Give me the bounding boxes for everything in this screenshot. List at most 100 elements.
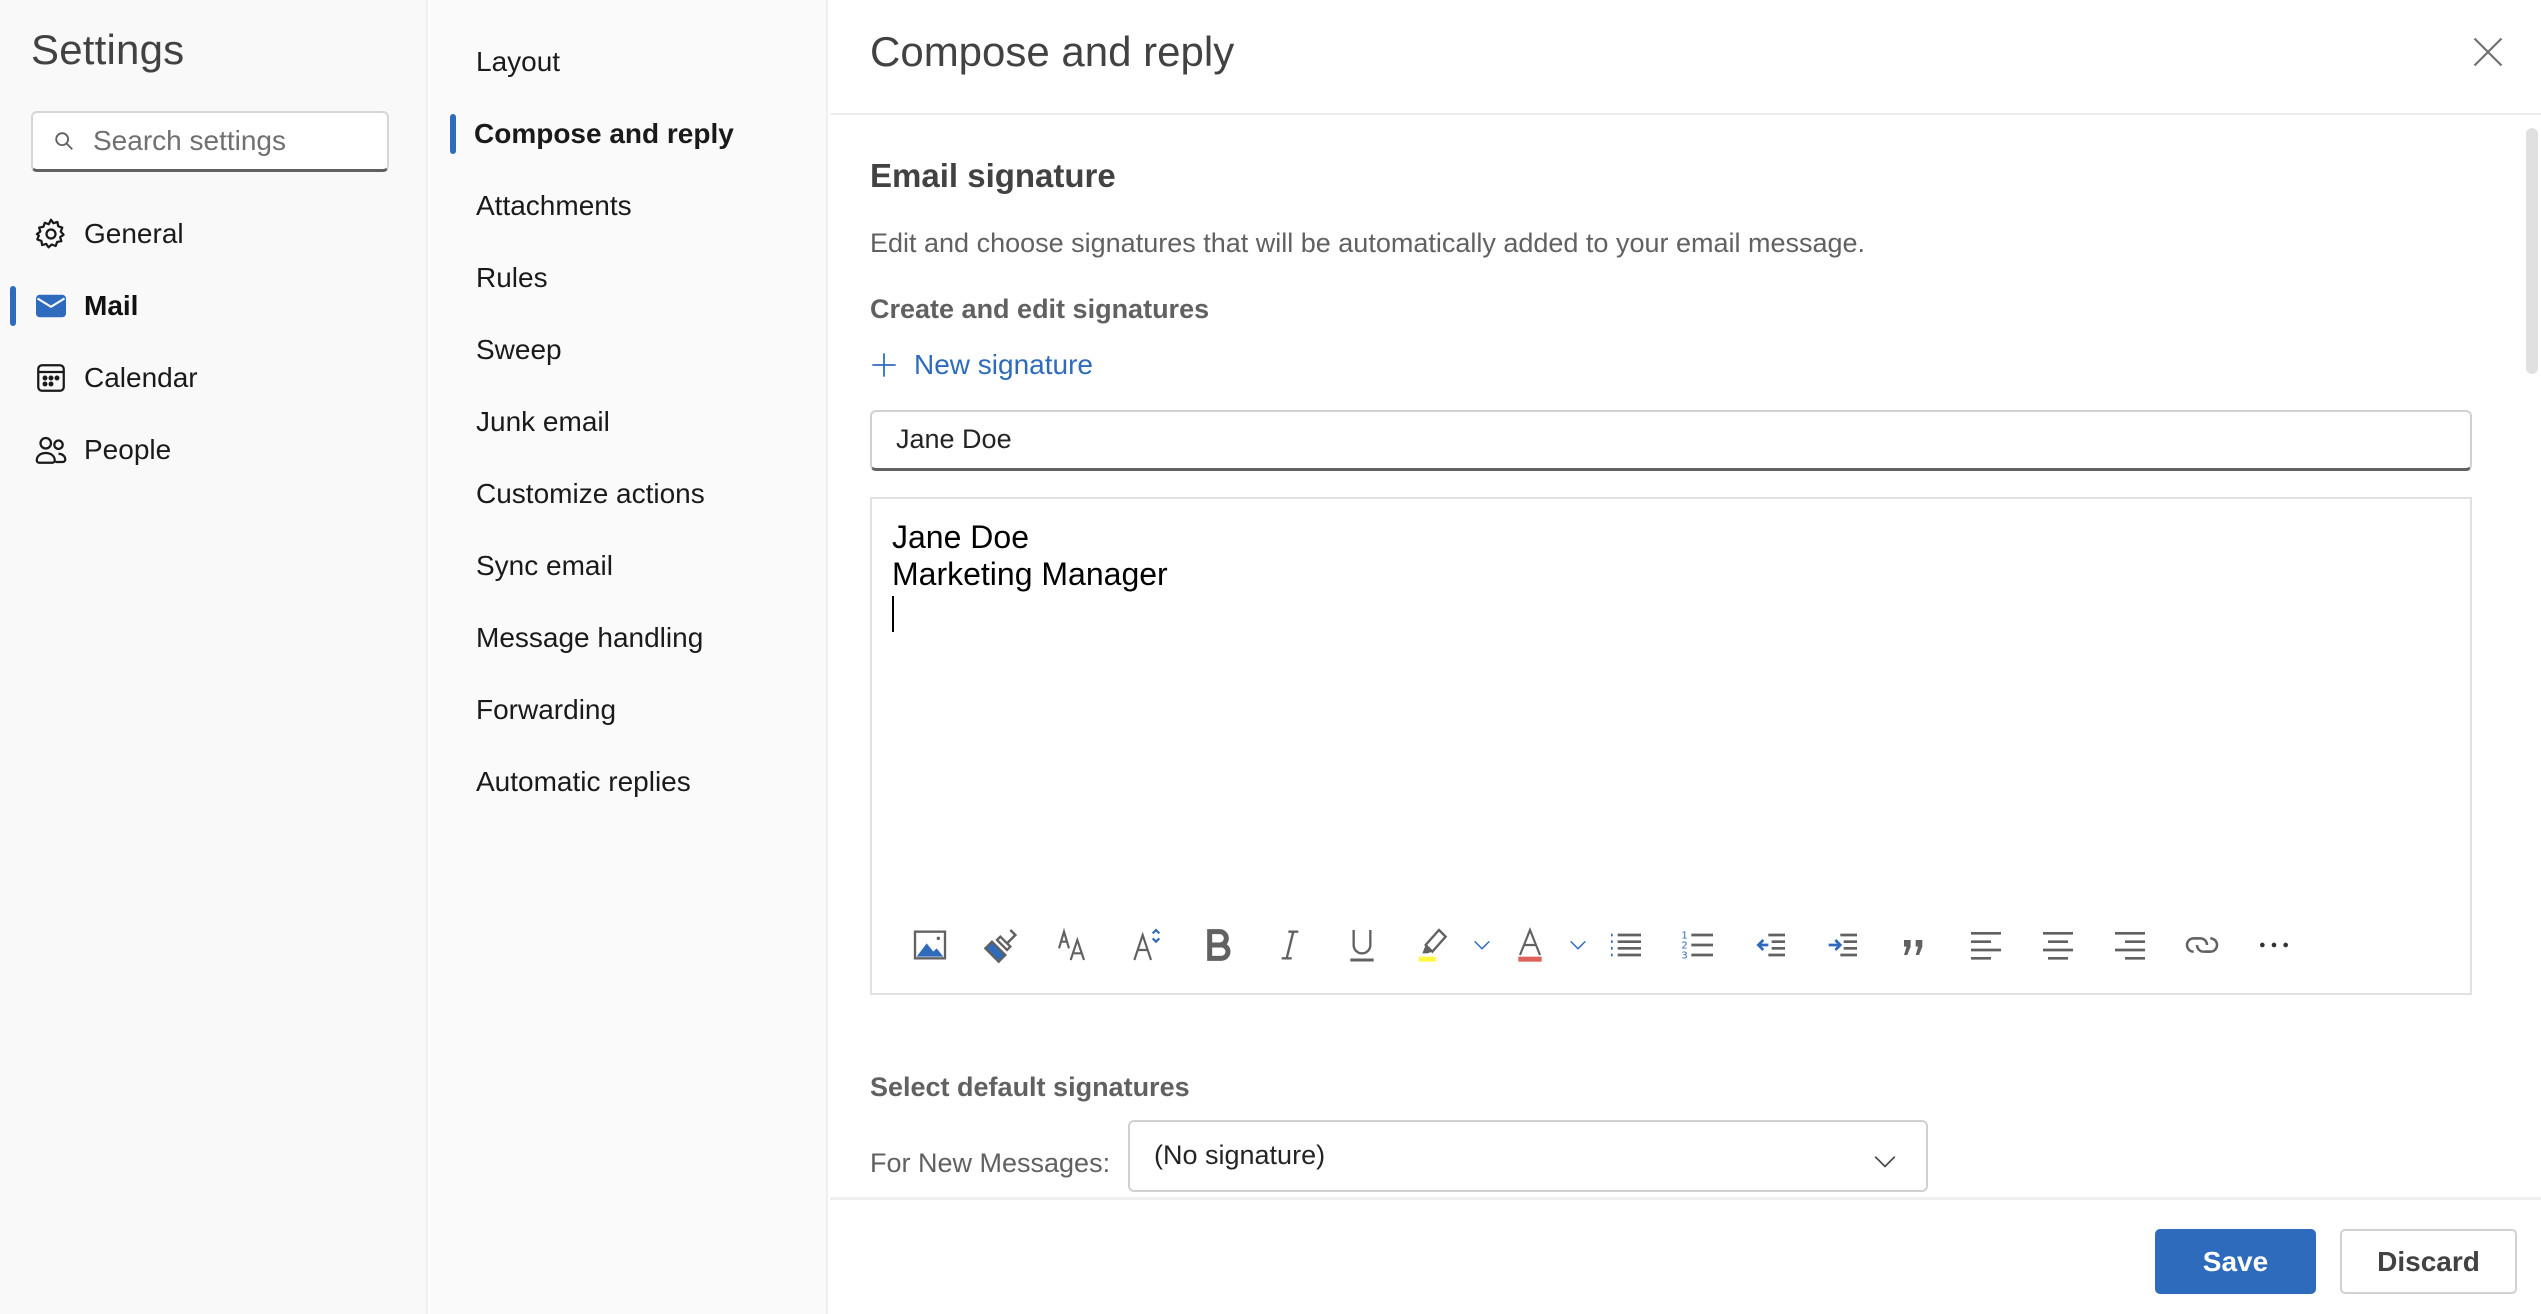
content-header: Compose and reply <box>830 0 2541 115</box>
nav-item-automatic-replies[interactable]: Automatic replies <box>430 752 826 812</box>
more-options-button[interactable] <box>2238 917 2310 973</box>
email-signature-description: Edit and choose signatures that will be … <box>870 228 1866 258</box>
italic-icon <box>1281 930 1299 960</box>
underline-icon <box>1350 930 1374 962</box>
numbering-button[interactable]: 123 <box>1662 917 1734 973</box>
discard-button[interactable]: Discard <box>2340 1229 2517 1294</box>
nav-item-attachments[interactable]: Attachments <box>430 176 826 236</box>
font-color-dropdown[interactable] <box>1566 917 1590 973</box>
nav-item-label: Layout <box>476 46 561 77</box>
align-right-icon <box>2115 932 2145 960</box>
new-signature-label: New signature <box>914 349 1093 380</box>
highlight-button[interactable] <box>1398 917 1470 973</box>
font-size-button[interactable] <box>1110 917 1182 973</box>
sidebar-item-calendar[interactable]: Calendar <box>0 347 428 409</box>
font-icon <box>1057 927 1086 961</box>
format-painter-button[interactable] <box>966 917 1038 973</box>
highlighter-icon <box>1419 928 1448 962</box>
mail-icon <box>36 294 66 318</box>
signature-name-field[interactable] <box>870 410 2472 471</box>
vertical-scrollbar[interactable] <box>2526 128 2538 374</box>
plus-icon <box>872 353 896 377</box>
search-icon <box>55 132 73 150</box>
calendar-icon <box>37 364 65 392</box>
font-color-icon <box>1518 927 1542 962</box>
settings-content-pane: Compose and reply Email signature Edit a… <box>830 0 2541 1314</box>
signature-editor-body[interactable]: Jane Doe Marketing Manager <box>892 519 1168 632</box>
nav-item-forwarding[interactable]: Forwarding <box>430 680 826 740</box>
sidebar-item-label: People <box>84 434 172 465</box>
highlight-dropdown[interactable] <box>1470 917 1494 973</box>
signature-editor[interactable]: Jane Doe Marketing Manager 1 2 3 <box>870 497 2472 995</box>
nav-item-layout[interactable]: Layout <box>430 32 826 92</box>
gear-icon <box>35 218 65 249</box>
nav-item-junk-email[interactable]: Junk email <box>430 392 826 452</box>
close-icon[interactable] <box>2470 34 2506 70</box>
align-center-button[interactable] <box>2022 917 2094 973</box>
increase-indent-button[interactable] <box>1806 917 1878 973</box>
signature-line: Jane Doe <box>892 519 1029 555</box>
people-icon <box>35 436 67 464</box>
quote-button[interactable] <box>1878 917 1950 973</box>
mail-settings-nav: Layout Compose and reply Attachments Rul… <box>430 0 828 1314</box>
nav-item-sync-email[interactable]: Sync email <box>430 536 826 596</box>
signature-line: Marketing Manager <box>892 556 1168 592</box>
sidebar-item-label: Calendar <box>84 362 198 393</box>
nav-item-label: Compose and reply <box>474 118 734 149</box>
quote-icon <box>1904 940 1923 955</box>
search-settings-input[interactable] <box>93 125 363 157</box>
bold-button[interactable] <box>1182 917 1254 973</box>
sidebar-item-mail[interactable]: Mail <box>0 275 428 337</box>
italic-button[interactable] <box>1254 917 1326 973</box>
nav-item-label: Forwarding <box>476 694 617 725</box>
font-button[interactable] <box>1038 917 1110 973</box>
search-settings-box[interactable] <box>31 111 389 172</box>
svg-text:3: 3 <box>1681 950 1687 961</box>
nav-item-label: Sweep <box>476 334 562 365</box>
nav-item-rules[interactable]: Rules <box>430 248 826 308</box>
increase-indent-icon <box>1828 933 1857 957</box>
text-caret <box>892 595 894 632</box>
insert-picture-button[interactable] <box>894 917 966 973</box>
formatting-toolbar: 123 <box>894 917 2310 973</box>
dropdown-value: (No signature) <box>1154 1140 1326 1170</box>
nav-item-message-handling[interactable]: Message handling <box>430 608 826 668</box>
nav-item-compose-and-reply[interactable]: Compose and reply <box>430 104 826 164</box>
align-right-button[interactable] <box>2094 917 2166 973</box>
chevron-down-icon <box>1570 940 1586 950</box>
signature-name-input[interactable] <box>896 424 2396 455</box>
decrease-indent-button[interactable] <box>1734 917 1806 973</box>
active-indicator <box>450 114 456 154</box>
align-left-button[interactable] <box>1950 917 2022 973</box>
sidebar-item-general[interactable]: General <box>0 203 428 265</box>
nav-item-label: Attachments <box>476 190 632 221</box>
underline-button[interactable] <box>1326 917 1398 973</box>
chevron-down-icon <box>1874 1156 1896 1168</box>
save-button[interactable]: Save <box>2155 1229 2316 1294</box>
link-icon <box>2185 937 2219 953</box>
bullets-button[interactable] <box>1590 917 1662 973</box>
sidebar-item-label: Mail <box>84 290 139 321</box>
nav-item-label: Junk email <box>476 406 610 437</box>
bold-icon <box>1207 929 1231 961</box>
more-icon <box>2260 942 2288 948</box>
for-new-messages-dropdown[interactable]: (No signature) <box>1128 1120 1928 1192</box>
footer-bar: Save Discard <box>830 1197 2541 1314</box>
select-default-signatures-heading: Select default signatures <box>870 1072 1190 1102</box>
nav-item-label: Automatic replies <box>476 766 691 797</box>
page-title: Compose and reply <box>870 28 1235 75</box>
font-color-button[interactable] <box>1494 917 1566 973</box>
sidebar-item-label: General <box>84 218 184 249</box>
new-signature-button[interactable]: New signature <box>870 349 1093 381</box>
sidebar-item-people[interactable]: People <box>0 419 428 481</box>
chevron-down-icon <box>1474 940 1490 950</box>
create-edit-signatures-heading: Create and edit signatures <box>870 294 1210 324</box>
settings-title: Settings <box>31 26 185 73</box>
picture-icon <box>913 930 947 960</box>
content-scroll-area: Email signature Edit and choose signatur… <box>830 117 2541 1197</box>
for-new-messages-row: For New Messages: (No signature) <box>870 1120 1928 1192</box>
nav-item-sweep[interactable]: Sweep <box>430 320 826 380</box>
link-button[interactable] <box>2166 917 2238 973</box>
nav-item-label: Message handling <box>476 622 704 653</box>
nav-item-customize-actions[interactable]: Customize actions <box>430 464 826 524</box>
